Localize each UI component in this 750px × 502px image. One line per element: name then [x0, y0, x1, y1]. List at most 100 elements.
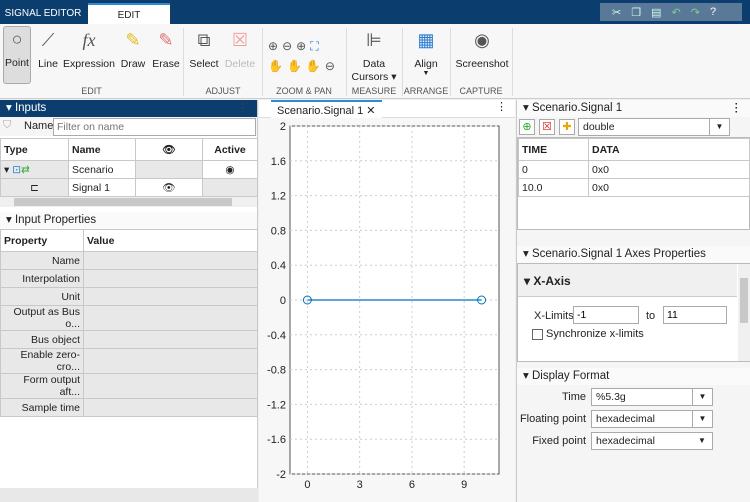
data-cell[interactable]: 0x0 [588, 160, 750, 179]
eraser-icon: ✎ [158, 30, 174, 50]
x-axis-section[interactable]: ▾ X-Axis [518, 264, 737, 297]
column-name[interactable]: Name [68, 138, 136, 161]
data-cell[interactable]: 0x0 [588, 178, 750, 197]
undo-icon[interactable]: ↶ [672, 6, 681, 19]
pan-icon[interactable]: ✋ [268, 59, 287, 73]
point-button[interactable]: ○ Point [3, 26, 31, 84]
table-row[interactable]: 0 0x0 [518, 160, 750, 179]
property-value[interactable] [83, 348, 258, 374]
chevron-down-icon: ▼ [709, 119, 729, 135]
group-label-arrange: ARRANGE [403, 86, 449, 96]
filter-icon[interactable]: ⛉ [3, 119, 11, 132]
camera-icon: ◉ [474, 30, 490, 50]
expand-icon[interactable]: ▾ [4, 164, 9, 176]
property-row[interactable]: Output as Bus o... [0, 305, 258, 331]
property-row[interactable]: Sample time [0, 398, 258, 417]
cut-icon[interactable]: ✂ [612, 6, 621, 19]
time-format-select[interactable]: %5.3g ▼ [591, 388, 713, 406]
expression-button[interactable]: fx Expression [63, 28, 115, 70]
zoom-out-icon[interactable]: ⊖ [325, 59, 339, 73]
fixed-point-label: Fixed point [532, 435, 586, 447]
y-tick-label: 0 [280, 295, 286, 307]
property-name: Sample time [0, 398, 84, 417]
delete-button[interactable]: ☒ Delete [224, 28, 256, 70]
property-value[interactable] [83, 287, 258, 306]
table-row[interactable]: 10.0 0x0 [518, 178, 750, 197]
fixed-point-select[interactable]: hexadecimal ▼ [591, 432, 713, 450]
floating-point-select[interactable]: hexadecimal ▼ [591, 410, 713, 428]
to-label: to [646, 310, 656, 322]
tab-signal-editor[interactable]: SIGNAL EDITOR [0, 3, 86, 24]
y-tick-label: -1.2 [267, 399, 286, 411]
screenshot-button[interactable]: ◉ Screenshot [454, 28, 510, 70]
data-cursors-button[interactable]: ⊫ Data Cursors ▾ [350, 28, 398, 84]
property-row[interactable]: Interpolation [0, 269, 258, 288]
pan-x-icon[interactable]: ✋ [287, 59, 306, 73]
redo-icon[interactable]: ↷ [691, 6, 700, 19]
time-format-label: Time [561, 391, 586, 403]
align-button[interactable]: ▦ Align ▼ [408, 28, 444, 77]
more-options-icon[interactable]: ⋮ [496, 100, 507, 113]
property-row[interactable]: Enable zero-cro... [0, 348, 258, 374]
fx-icon: fx [82, 30, 96, 50]
table-row[interactable]: ⊏ Signal 1 👁 [0, 178, 258, 197]
property-value[interactable] [83, 269, 258, 288]
erase-button[interactable]: ✎ Erase [151, 28, 181, 70]
property-value[interactable] [83, 330, 258, 349]
display-format-title: Display Format [531, 370, 610, 382]
data-type-select[interactable]: double ▼ [578, 118, 730, 136]
sync-checkbox[interactable] [532, 329, 543, 340]
help-icon[interactable]: ? [710, 6, 716, 18]
draw-button[interactable]: ✎ Draw [119, 28, 147, 70]
zoom-x-icon[interactable]: ⊖ [282, 39, 296, 53]
copy-icon[interactable]: ❐ [631, 6, 641, 19]
signal-plot[interactable]: 0 3 6 9 2 1.6 1.2 0.8 0.4 0 -0.4 -0.8 -1.2 -1.6 -2 [259, 118, 515, 502]
signal-data-table: TIME DATA 0 0x0 10.0 0x0 [518, 138, 750, 197]
time-cell[interactable]: 10.0 [518, 178, 589, 197]
table-row[interactable]: ▾ ⊡⇄ Scenario ◉ [0, 160, 258, 179]
filter-input[interactable] [53, 118, 256, 136]
property-row[interactable]: Unit [0, 287, 258, 306]
property-value[interactable] [83, 373, 258, 399]
select-button[interactable]: ⧉ Select [188, 28, 220, 70]
x-limits-label: X-Limits [534, 310, 574, 322]
property-value[interactable] [83, 251, 258, 270]
horizontal-scrollbar[interactable] [0, 197, 257, 207]
horizontal-scrollbar[interactable] [0, 488, 258, 502]
data-type-value: double [583, 121, 615, 133]
plot-tab[interactable]: Scenario.Signal 1 ✕ [271, 100, 382, 118]
fit-icon[interactable]: ⛶ [310, 39, 322, 53]
x-max-input[interactable] [663, 306, 727, 324]
line-button[interactable]: ⟋ Line [36, 28, 60, 70]
more-options-icon[interactable]: ⋮ [731, 100, 743, 117]
close-icon[interactable]: ✕ [366, 105, 375, 117]
property-row[interactable]: Name [0, 251, 258, 270]
property-row[interactable]: Bus object [0, 330, 258, 349]
delete-row-icon[interactable]: ☒ [539, 119, 555, 135]
left-panel: ▾ Inputs⋮ ⛉ Name TypeName👁Active ▾ ⊡⇄Sce… [0, 100, 258, 502]
zoom-in-icon[interactable]: ⊕ [268, 39, 282, 53]
active-radio[interactable]: ◉ [202, 160, 258, 179]
property-value[interactable] [83, 398, 258, 417]
property-value[interactable] [83, 305, 258, 331]
tab-edit[interactable]: EDIT [88, 3, 170, 24]
paste-icon[interactable]: ▤ [651, 6, 661, 19]
visibility-eye-icon[interactable]: 👁 [135, 178, 203, 197]
vertical-scrollbar[interactable] [738, 264, 750, 361]
x-min-input[interactable] [573, 306, 639, 324]
add-row-icon[interactable]: ⊕ [519, 119, 535, 135]
column-active[interactable]: Active [202, 138, 258, 161]
eye-icon[interactable]: 👁 [135, 138, 203, 161]
zoom-y-icon[interactable]: ⊕ [296, 39, 310, 53]
column-type[interactable]: Type [0, 138, 69, 161]
input-properties-table: Property Value Name Interpolation Unit Outpu… [0, 229, 258, 417]
pan-y-icon[interactable]: ✋ [306, 59, 325, 73]
time-cell[interactable]: 0 [518, 160, 589, 179]
column-data: DATA [588, 138, 750, 161]
more-options-icon[interactable]: ⋮ [238, 100, 250, 117]
chevron-down-icon: ▼ [692, 411, 712, 427]
property-row[interactable]: Form output aft... [0, 373, 258, 399]
insert-icon[interactable]: ✚ [559, 119, 575, 135]
display-format-header: ▾ Display Format ⋮ [517, 102, 750, 385]
chevron-down-icon: ▼ [692, 389, 712, 405]
